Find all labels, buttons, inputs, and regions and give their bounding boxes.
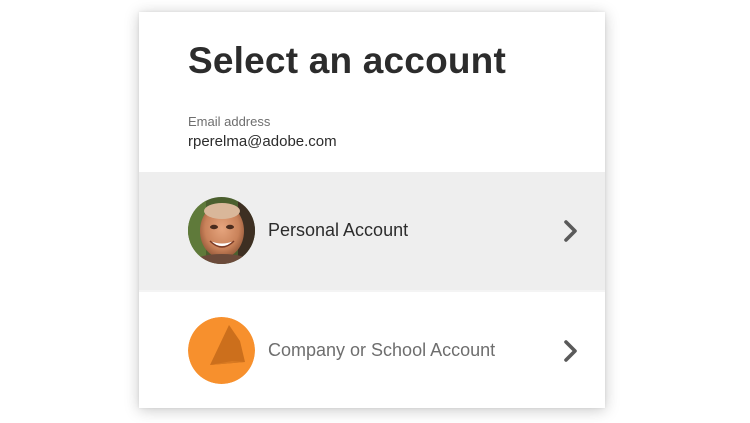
company-account-option[interactable]: Company or School Account	[139, 292, 605, 408]
personal-account-label: Personal Account	[268, 220, 409, 240]
company-account-label: Company or School Account	[268, 340, 496, 360]
chevron-right-icon	[564, 340, 577, 362]
company-logo-icon	[188, 317, 255, 384]
company-logo	[188, 317, 255, 384]
account-selection-dialog: Select an account Email address rperelma…	[139, 12, 605, 408]
email-label: Email address	[188, 114, 271, 129]
chevron-right-icon	[564, 220, 577, 242]
page-background: Select an account Email address rperelma…	[0, 0, 750, 423]
profile-photo-icon	[188, 197, 255, 264]
personal-account-option[interactable]: Personal Account	[139, 172, 605, 290]
page-title: Select an account	[188, 40, 507, 81]
avatar	[188, 197, 255, 264]
email-value: rperelma@adobe.com	[188, 133, 337, 150]
